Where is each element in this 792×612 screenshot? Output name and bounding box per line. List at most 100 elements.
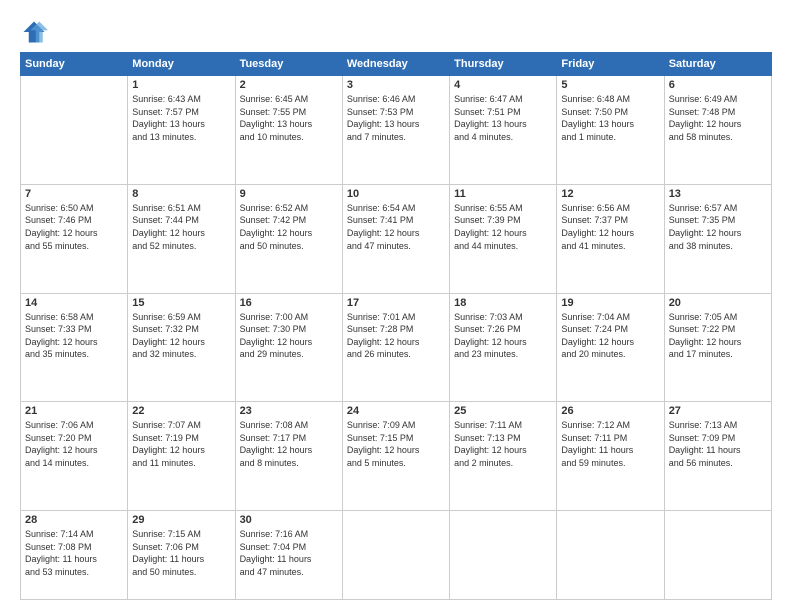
day-number-18: 18 — [454, 297, 552, 309]
week-row-5: 28 Sunrise: 7:14 AM Sunset: 7:08 PM Dayli… — [21, 511, 772, 600]
day-cell-28: 28 Sunrise: 7:14 AM Sunset: 7:08 PM Dayli… — [21, 511, 128, 600]
week-row-2: 7Sunrise: 6:50 AM Sunset: 7:46 PM Daylig… — [21, 184, 772, 293]
page: SundayMondayTuesdayWednesdayThursdayFrid… — [0, 0, 792, 612]
day-number-1: 1 — [132, 79, 230, 91]
day-number-9: 9 — [240, 188, 338, 200]
weekday-header-sunday: Sunday — [21, 53, 128, 76]
day-info-7: Sunrise: 6:50 AM Sunset: 7:46 PM Dayligh… — [25, 202, 123, 252]
day-cell-26: 26 Sunrise: 7:12 AM Sunset: 7:11 PM Dayli… — [557, 402, 664, 511]
day-cell-11: 11Sunrise: 6:55 AM Sunset: 7:39 PM Dayli… — [450, 184, 557, 293]
logo-icon — [20, 18, 48, 46]
empty-cell — [664, 511, 771, 600]
day-info-28: Sunrise: 7:14 AM Sunset: 7:08 PM Dayligh… — [25, 528, 123, 578]
logo — [20, 18, 52, 46]
empty-cell — [342, 511, 449, 600]
day-number-5: 5 — [561, 79, 659, 91]
day-info-16: Sunrise: 7:00 AM Sunset: 7:30 PM Dayligh… — [240, 311, 338, 361]
day-info-2: Sunrise: 6:45 AM Sunset: 7:55 PM Dayligh… — [240, 93, 338, 143]
day-info-30: Sunrise: 7:16 AM Sunset: 7:04 PM Dayligh… — [240, 528, 338, 578]
day-number-30: 30 — [240, 514, 338, 526]
day-number-29: 29 — [132, 514, 230, 526]
day-info-10: Sunrise: 6:54 AM Sunset: 7:41 PM Dayligh… — [347, 202, 445, 252]
day-cell-4: 4 Sunrise: 6:47 AM Sunset: 7:51 PM Daylig… — [450, 76, 557, 185]
day-info-19: Sunrise: 7:04 AM Sunset: 7:24 PM Dayligh… — [561, 311, 659, 361]
day-info-26: Sunrise: 7:12 AM Sunset: 7:11 PM Dayligh… — [561, 419, 659, 469]
day-number-4: 4 — [454, 79, 552, 91]
day-cell-3: 3 Sunrise: 6:46 AM Sunset: 7:53 PM Daylig… — [342, 76, 449, 185]
day-info-15: Sunrise: 6:59 AM Sunset: 7:32 PM Dayligh… — [132, 311, 230, 361]
day-number-23: 23 — [240, 405, 338, 417]
day-number-19: 19 — [561, 297, 659, 309]
day-info-18: Sunrise: 7:03 AM Sunset: 7:26 PM Dayligh… — [454, 311, 552, 361]
day-number-27: 27 — [669, 405, 767, 417]
day-cell-2: 2 Sunrise: 6:45 AM Sunset: 7:55 PM Daylig… — [235, 76, 342, 185]
day-cell-22: 22Sunrise: 7:07 AM Sunset: 7:19 PM Dayli… — [128, 402, 235, 511]
day-number-2: 2 — [240, 79, 338, 91]
day-info-6: Sunrise: 6:49 AM Sunset: 7:48 PM Dayligh… — [669, 93, 767, 143]
day-number-24: 24 — [347, 405, 445, 417]
day-cell-5: 5 Sunrise: 6:48 AM Sunset: 7:50 PM Daylig… — [557, 76, 664, 185]
day-cell-14: 14 Sunrise: 6:58 AM Sunset: 7:33 PM Dayli… — [21, 293, 128, 402]
day-number-28: 28 — [25, 514, 123, 526]
day-number-10: 10 — [347, 188, 445, 200]
day-info-25: Sunrise: 7:11 AM Sunset: 7:13 PM Dayligh… — [454, 419, 552, 469]
day-cell-10: 10 Sunrise: 6:54 AM Sunset: 7:41 PM Dayli… — [342, 184, 449, 293]
weekday-header-monday: Monday — [128, 53, 235, 76]
day-number-15: 15 — [132, 297, 230, 309]
day-number-8: 8 — [132, 188, 230, 200]
day-info-14: Sunrise: 6:58 AM Sunset: 7:33 PM Dayligh… — [25, 311, 123, 361]
day-info-24: Sunrise: 7:09 AM Sunset: 7:15 PM Dayligh… — [347, 419, 445, 469]
day-info-4: Sunrise: 6:47 AM Sunset: 7:51 PM Dayligh… — [454, 93, 552, 143]
day-number-22: 22 — [132, 405, 230, 417]
day-cell-29: 29Sunrise: 7:15 AM Sunset: 7:06 PM Dayli… — [128, 511, 235, 600]
day-number-17: 17 — [347, 297, 445, 309]
day-cell-24: 24 Sunrise: 7:09 AM Sunset: 7:15 PM Dayli… — [342, 402, 449, 511]
day-number-20: 20 — [669, 297, 767, 309]
day-cell-1: 1 Sunrise: 6:43 AM Sunset: 7:57 PM Daylig… — [128, 76, 235, 185]
day-info-21: Sunrise: 7:06 AM Sunset: 7:20 PM Dayligh… — [25, 419, 123, 469]
day-cell-30: 30 Sunrise: 7:16 AM Sunset: 7:04 PM Dayli… — [235, 511, 342, 600]
day-cell-21: 21 Sunrise: 7:06 AM Sunset: 7:20 PM Dayli… — [21, 402, 128, 511]
day-cell-9: 9Sunrise: 6:52 AM Sunset: 7:42 PM Daylig… — [235, 184, 342, 293]
day-cell-20: 20 Sunrise: 7:05 AM Sunset: 7:22 PM Dayli… — [664, 293, 771, 402]
day-cell-25: 25 Sunrise: 7:11 AM Sunset: 7:13 PM Dayli… — [450, 402, 557, 511]
week-row-1: 1 Sunrise: 6:43 AM Sunset: 7:57 PM Daylig… — [21, 76, 772, 185]
day-cell-27: 27 Sunrise: 7:13 AM Sunset: 7:09 PM Dayli… — [664, 402, 771, 511]
day-info-8: Sunrise: 6:51 AM Sunset: 7:44 PM Dayligh… — [132, 202, 230, 252]
day-number-3: 3 — [347, 79, 445, 91]
day-number-16: 16 — [240, 297, 338, 309]
day-info-12: Sunrise: 6:56 AM Sunset: 7:37 PM Dayligh… — [561, 202, 659, 252]
header — [20, 18, 772, 46]
day-number-6: 6 — [669, 79, 767, 91]
week-row-3: 14 Sunrise: 6:58 AM Sunset: 7:33 PM Dayli… — [21, 293, 772, 402]
day-cell-13: 13Sunrise: 6:57 AM Sunset: 7:35 PM Dayli… — [664, 184, 771, 293]
day-info-20: Sunrise: 7:05 AM Sunset: 7:22 PM Dayligh… — [669, 311, 767, 361]
day-cell-23: 23Sunrise: 7:08 AM Sunset: 7:17 PM Dayli… — [235, 402, 342, 511]
day-cell-17: 17 Sunrise: 7:01 AM Sunset: 7:28 PM Dayli… — [342, 293, 449, 402]
day-cell-19: 19 Sunrise: 7:04 AM Sunset: 7:24 PM Dayli… — [557, 293, 664, 402]
day-info-3: Sunrise: 6:46 AM Sunset: 7:53 PM Dayligh… — [347, 93, 445, 143]
weekday-header-saturday: Saturday — [664, 53, 771, 76]
day-info-1: Sunrise: 6:43 AM Sunset: 7:57 PM Dayligh… — [132, 93, 230, 143]
day-number-21: 21 — [25, 405, 123, 417]
weekday-header-friday: Friday — [557, 53, 664, 76]
empty-cell — [450, 511, 557, 600]
weekday-header-thursday: Thursday — [450, 53, 557, 76]
day-cell-12: 12 Sunrise: 6:56 AM Sunset: 7:37 PM Dayli… — [557, 184, 664, 293]
day-cell-18: 18 Sunrise: 7:03 AM Sunset: 7:26 PM Dayli… — [450, 293, 557, 402]
weekday-header-wednesday: Wednesday — [342, 53, 449, 76]
day-cell-6: 6 Sunrise: 6:49 AM Sunset: 7:48 PM Daylig… — [664, 76, 771, 185]
day-info-5: Sunrise: 6:48 AM Sunset: 7:50 PM Dayligh… — [561, 93, 659, 143]
day-number-26: 26 — [561, 405, 659, 417]
week-row-4: 21 Sunrise: 7:06 AM Sunset: 7:20 PM Dayli… — [21, 402, 772, 511]
day-info-13: Sunrise: 6:57 AM Sunset: 7:35 PM Dayligh… — [669, 202, 767, 252]
day-cell-16: 16 Sunrise: 7:00 AM Sunset: 7:30 PM Dayli… — [235, 293, 342, 402]
day-number-12: 12 — [561, 188, 659, 200]
calendar-table: SundayMondayTuesdayWednesdayThursdayFrid… — [20, 52, 772, 600]
empty-cell — [557, 511, 664, 600]
day-info-27: Sunrise: 7:13 AM Sunset: 7:09 PM Dayligh… — [669, 419, 767, 469]
day-number-25: 25 — [454, 405, 552, 417]
weekday-header-tuesday: Tuesday — [235, 53, 342, 76]
day-number-14: 14 — [25, 297, 123, 309]
day-info-17: Sunrise: 7:01 AM Sunset: 7:28 PM Dayligh… — [347, 311, 445, 361]
